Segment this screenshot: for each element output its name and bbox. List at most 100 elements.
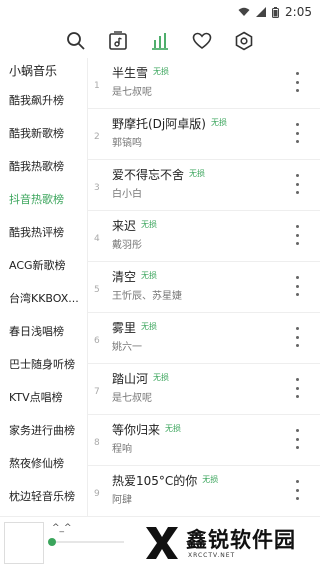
more-options-icon[interactable] xyxy=(294,276,300,296)
settings-hex-icon xyxy=(235,31,253,51)
song-title: 踏山河 xyxy=(112,372,149,386)
song-artist: 是七叔呢 xyxy=(112,393,152,404)
sidebar-item[interactable]: 春日浅唱榜 xyxy=(0,315,87,348)
lossless-badge: 无损 xyxy=(141,322,158,331)
song-row[interactable]: 5 清空 无损王忻辰、苏星婕 xyxy=(88,262,320,313)
sidebar-item[interactable]: 枕边轻音乐榜 xyxy=(0,480,87,513)
song-rank: 7 xyxy=(94,387,100,397)
favorites-button[interactable] xyxy=(190,29,214,53)
playlist-icon xyxy=(109,31,127,50)
more-options-icon[interactable] xyxy=(294,72,300,92)
song-title-line: 热爱105°C的你 无损 xyxy=(112,472,218,489)
more-options-icon[interactable] xyxy=(294,378,300,398)
status-bar: 2:05 xyxy=(0,0,320,24)
song-title-line: 等你归来 无损 xyxy=(112,421,181,438)
sidebar-item[interactable]: ACG新歌榜 xyxy=(0,249,87,282)
song-artist: 王忻辰、苏星婕 xyxy=(112,291,182,302)
song-title: 来迟 xyxy=(112,219,137,233)
more-options-icon[interactable] xyxy=(294,327,300,347)
song-title: 爱不得忘不舍 xyxy=(112,168,185,182)
sidebar-item[interactable]: 台湾KKBOX... xyxy=(0,282,87,315)
song-title: 野摩托(Dj阿卓版) xyxy=(112,117,206,131)
lossless-badge: 无损 xyxy=(202,475,219,484)
lossless-badge: 无损 xyxy=(189,169,206,178)
charts-tab-button[interactable] xyxy=(148,29,172,53)
song-artist: 是七叔呢 xyxy=(112,87,152,98)
song-artist: 戴羽彤 xyxy=(112,240,142,251)
song-rank: 4 xyxy=(94,234,100,244)
battery-icon xyxy=(272,6,280,18)
progress-knob[interactable] xyxy=(48,538,56,546)
song-row[interactable]: 3 爱不得忘不舍 无损白小白 xyxy=(88,160,320,211)
progress-bar[interactable] xyxy=(52,541,124,543)
song-title-line: 雾里 无损 xyxy=(112,319,157,336)
status-time: 2:05 xyxy=(285,5,312,19)
signal-icon xyxy=(256,7,267,17)
song-artist: 白小白 xyxy=(112,189,142,200)
more-options-icon[interactable] xyxy=(294,225,300,245)
sidebar-item[interactable]: 酷我新歌榜 xyxy=(0,117,87,150)
watermark-url: XRCCTV.NET xyxy=(188,551,236,559)
sidebar-item[interactable]: 家务进行曲榜 xyxy=(0,414,87,447)
watermark-text: 鑫锐软件园 xyxy=(186,527,296,552)
album-cover[interactable] xyxy=(4,522,44,564)
sidebar-item[interactable]: 巴士随身听榜 xyxy=(0,348,87,381)
lossless-badge: 无损 xyxy=(153,373,170,382)
song-list[interactable]: 1 半生雪 无损 是七叔呢 2 野摩托(Dj阿卓版) 无损 郭镐鸣 3 爱不得忘不舍 无损 白小白 4 来… xyxy=(88,58,320,518)
sidebar-item[interactable]: 酷我飙升榜 xyxy=(0,84,87,117)
sidebar-item[interactable]: 抖音热歌榜 xyxy=(0,183,87,216)
search-icon xyxy=(67,32,85,50)
song-artist: 阿肆 xyxy=(112,495,132,506)
song-row[interactable]: 4 来迟 无损戴羽彤 xyxy=(88,211,320,262)
wifi-icon xyxy=(238,7,250,16)
more-options-icon[interactable] xyxy=(294,123,300,143)
chart-bars-icon xyxy=(152,33,168,50)
sidebar-item[interactable]: 熬夜修仙榜 xyxy=(0,447,87,480)
lossless-badge: 无损 xyxy=(165,424,182,433)
more-options-icon[interactable] xyxy=(294,174,300,194)
song-row[interactable]: 8 等你归来 无损程响 xyxy=(88,415,320,466)
song-title-line: 清空 无损 xyxy=(112,268,157,285)
song-rank: 9 xyxy=(94,489,100,499)
chart-sidebar: 小蜗音乐 酷我飙升榜 酷我新歌榜 酷我热歌榜 抖音热歌榜 酷我热评榜 ACG新歌榜 台湾KK… xyxy=(0,58,88,526)
song-rank: 6 xyxy=(94,336,100,346)
song-row[interactable]: 1 半生雪 无损是七叔呢 xyxy=(88,58,320,109)
lossless-badge: 无损 xyxy=(210,118,227,127)
song-title-line: 爱不得忘不舍 无损 xyxy=(112,166,205,183)
lossless-badge: 无损 xyxy=(153,67,170,76)
more-options-icon[interactable] xyxy=(294,480,300,500)
song-row[interactable]: 7 踏山河 无损是七叔呢 xyxy=(88,364,320,415)
song-title-line: 野摩托(Dj阿卓版) 无损 xyxy=(112,115,227,132)
settings-button[interactable] xyxy=(232,29,256,53)
song-row[interactable]: 2 野摩托(Dj阿卓版) 无损郭镐鸣 xyxy=(88,109,320,160)
sidebar-item[interactable]: 酷我热歌榜 xyxy=(0,150,87,183)
more-options-icon[interactable] xyxy=(294,429,300,449)
lossless-badge: 无损 xyxy=(141,220,158,229)
sidebar-item[interactable]: KTV点唱榜 xyxy=(0,381,87,414)
song-title-line: 半生雪 无损 xyxy=(112,64,169,81)
now-playing-label: ^_^ xyxy=(52,523,72,533)
playlist-button[interactable] xyxy=(106,29,130,53)
song-title-line: 来迟 无损 xyxy=(112,217,157,234)
search-button[interactable] xyxy=(64,29,88,53)
watermark-logo-icon xyxy=(146,527,178,559)
song-row[interactable]: 6 雾里 无损姚六一 xyxy=(88,313,320,364)
song-title: 热爱105°C的你 xyxy=(112,474,198,488)
song-artist: 程响 xyxy=(112,444,132,455)
song-rank: 1 xyxy=(94,81,100,91)
song-rank: 2 xyxy=(94,132,100,142)
song-title: 清空 xyxy=(112,270,137,284)
song-rank: 8 xyxy=(94,438,100,448)
song-row[interactable]: 9 热爱105°C的你 无损阿肆 xyxy=(88,466,320,517)
song-title: 雾里 xyxy=(112,321,137,335)
top-toolbar xyxy=(0,24,320,58)
app-title: 小蜗音乐 xyxy=(9,64,58,78)
song-rank: 5 xyxy=(94,285,100,295)
song-artist: 姚六一 xyxy=(112,342,142,353)
song-rank: 3 xyxy=(94,183,100,193)
song-artist: 郭镐鸣 xyxy=(112,138,142,149)
song-title-line: 踏山河 无损 xyxy=(112,370,169,387)
sidebar-item[interactable]: 酷我热评榜 xyxy=(0,216,87,249)
heart-icon xyxy=(192,32,212,49)
lossless-badge: 无损 xyxy=(141,271,158,280)
